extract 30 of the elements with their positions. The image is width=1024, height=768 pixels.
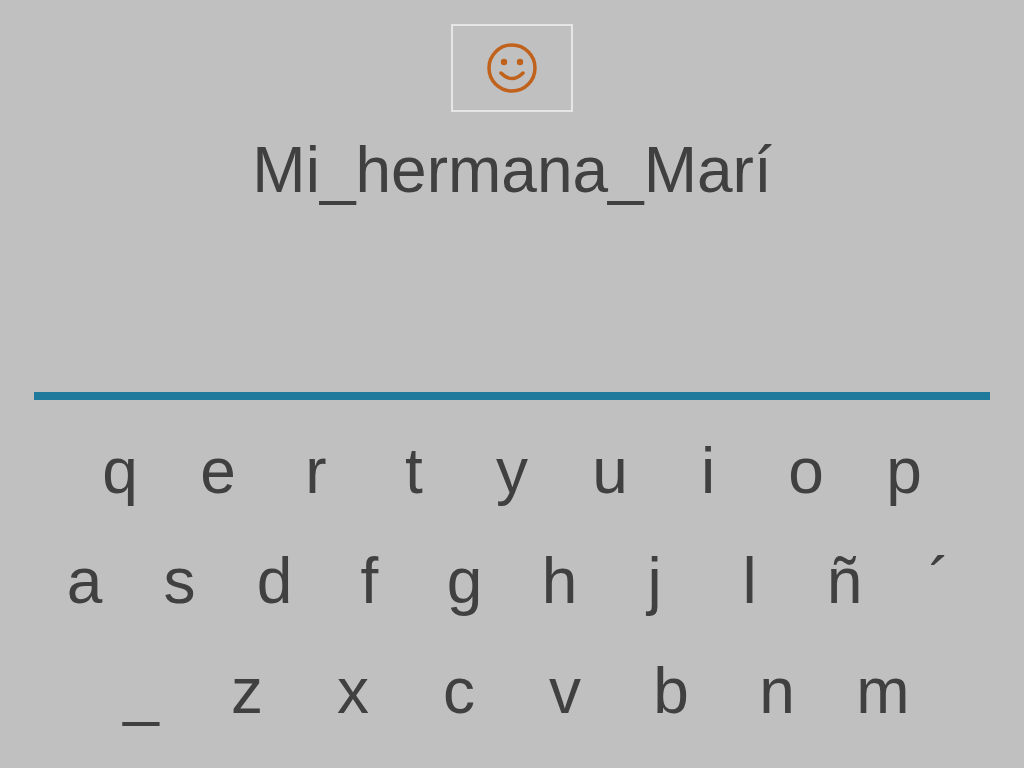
letter-key[interactable]: i — [659, 431, 757, 511]
letter-key[interactable]: a — [37, 541, 132, 621]
letter-key[interactable]: ´ — [892, 541, 987, 621]
letter-key[interactable]: x — [300, 651, 406, 731]
letter-key[interactable]: j — [607, 541, 702, 621]
letter-key[interactable]: b — [618, 651, 724, 731]
letter-key[interactable]: o — [757, 431, 855, 511]
letter-key[interactable]: s — [132, 541, 227, 621]
letter-key[interactable]: u — [561, 431, 659, 511]
letter-key[interactable]: n — [724, 651, 830, 731]
letter-key[interactable]: _ — [88, 651, 194, 731]
letter-key[interactable]: q — [71, 431, 169, 511]
letter-key[interactable]: v — [512, 651, 618, 731]
prompt-text: Mi_hermana_Marí — [252, 134, 772, 206]
letter-key[interactable]: m — [830, 651, 936, 731]
letter-key[interactable]: p — [855, 431, 953, 511]
letter-key[interactable]: t — [365, 431, 463, 511]
letter-key[interactable]: l — [702, 541, 797, 621]
letter-key[interactable]: g — [417, 541, 512, 621]
letter-key[interactable]: h — [512, 541, 607, 621]
hint-button[interactable] — [451, 24, 573, 112]
letter-key[interactable]: e — [169, 431, 267, 511]
letter-key[interactable]: ñ — [797, 541, 892, 621]
letter-key[interactable]: y — [463, 431, 561, 511]
smiley-icon — [486, 42, 538, 94]
letter-key[interactable]: d — [227, 541, 322, 621]
letter-key[interactable]: z — [194, 651, 300, 731]
letter-key[interactable]: r — [267, 431, 365, 511]
letter-key[interactable]: f — [322, 541, 417, 621]
letter-key[interactable]: c — [406, 651, 512, 731]
